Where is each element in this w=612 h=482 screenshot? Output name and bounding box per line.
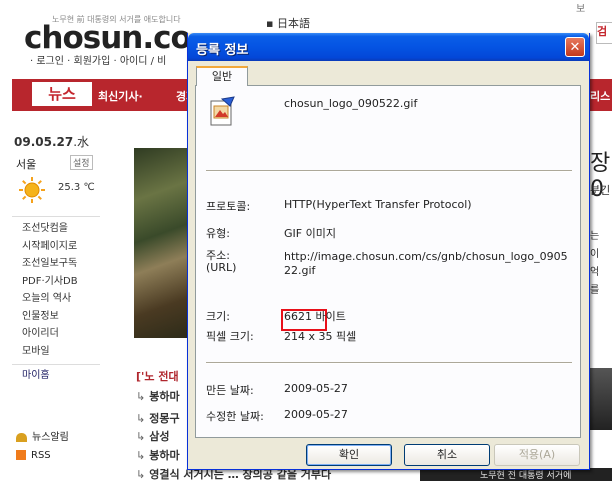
account-links[interactable]: · 로그인 · 회원가입 · 아이디 / 비 — [30, 52, 166, 67]
rss-icon — [16, 450, 26, 460]
modified-value: 2009-05-27 — [284, 408, 348, 421]
site-logo[interactable]: 노무현 前 대통령의 서거를 애도합니다 chosun.co — [24, 15, 204, 56]
news-list-item[interactable]: 정몽구 — [136, 410, 179, 426]
temperature: 25.3 ℃ — [58, 182, 95, 193]
side-menu: 조선닷컴을 시작페이지로 조선일보구독 PDF·기사DB 오늘의 역사 인물정보… — [12, 216, 100, 385]
general-panel: chosun_logo_090522.gif 프로토콜: HTTP(HyperT… — [195, 85, 581, 438]
news-list-item[interactable]: 삼성 — [136, 428, 169, 444]
properties-dialog: 등록 정보 ✕ 일반 chosun_logo_090522.gif 프로토콜: … — [187, 33, 590, 470]
right-line: 는 — [590, 231, 600, 242]
image-file-icon — [210, 96, 235, 126]
logo-wordmark: chosun.co — [24, 20, 192, 56]
address-label: 주소: (URL) — [206, 249, 237, 274]
dialog-titlebar[interactable]: 등록 정보 ✕ — [188, 33, 589, 61]
created-label: 만든 날짜: — [206, 384, 254, 397]
nav-news[interactable]: 뉴스 — [32, 82, 92, 106]
dialog-title: 등록 정보 — [196, 43, 249, 58]
protocol-label: 프로토콜: — [206, 200, 251, 213]
nav-latest[interactable]: 최신기사· — [98, 88, 143, 104]
top-right-link[interactable]: 보 — [576, 0, 585, 15]
type-label: 유형: — [206, 227, 230, 240]
right-text: 는 이 억 를 — [590, 228, 599, 300]
ok-button[interactable]: 확인 — [306, 444, 392, 466]
apply-button[interactable]: 적용(A) — [494, 444, 580, 466]
separator — [206, 362, 572, 364]
side-item[interactable]: PDF·기사DB — [12, 273, 100, 291]
news-headline[interactable]: ['노 전대 — [136, 368, 179, 384]
nav-right[interactable]: 리스 — [590, 88, 610, 104]
search-button[interactable]: 검 — [596, 22, 612, 44]
side-item-my-home[interactable]: 마이홈 — [12, 364, 100, 385]
side-item[interactable]: 조선일보구독 — [12, 255, 100, 273]
cancel-button[interactable]: 취소 — [404, 444, 490, 466]
separator — [206, 170, 572, 172]
sun-icon — [19, 177, 45, 203]
side-item[interactable]: 오늘의 역사 — [12, 290, 100, 308]
right-line: 억 — [590, 267, 600, 278]
close-icon: ✕ — [569, 40, 581, 55]
day-of-week: .水 — [73, 135, 90, 149]
weather-city: 서울 — [16, 158, 37, 171]
created-value: 2009-05-27 — [284, 382, 348, 395]
rss-link[interactable]: RSS — [16, 450, 51, 461]
right-line: 이 — [590, 249, 600, 260]
side-item[interactable]: 아이리더 — [12, 325, 100, 343]
type-value: GIF 이미지 — [284, 227, 336, 240]
pixel-size-value: 214 x 35 픽셀 — [284, 330, 357, 343]
news-photo[interactable] — [134, 148, 194, 338]
side-item[interactable]: 모바일 — [12, 343, 100, 361]
size-value: 6621 바이트 — [284, 310, 346, 323]
date-display: 09.05.27.水 — [14, 133, 89, 150]
language-link[interactable]: ▪ 日本語 — [266, 15, 310, 31]
side-item[interactable]: 인물정보 — [12, 308, 100, 326]
news-list-item[interactable]: 봉하마 — [136, 388, 179, 404]
news-alert-link[interactable]: 뉴스알림 — [16, 428, 69, 443]
pixel-size-label: 픽셀 크기: — [206, 330, 254, 343]
tab-general[interactable]: 일반 — [196, 66, 248, 86]
size-label: 크기: — [206, 310, 230, 323]
modified-label: 수정한 날짜: — [206, 410, 264, 423]
side-item[interactable]: 시작페이지로 — [12, 238, 100, 256]
date-text: 09.05.27 — [14, 135, 74, 149]
address-value[interactable]: http://image.chosun.com/cs/gnb/chosun_lo… — [284, 250, 574, 278]
bell-icon — [16, 432, 27, 442]
news-alert-label: 뉴스알림 — [32, 432, 69, 443]
right-subhead: 분긴 — [590, 184, 611, 197]
side-item[interactable]: 조선닷컴을 — [12, 220, 100, 238]
file-name: chosun_logo_090522.gif — [284, 97, 418, 110]
protocol-value: HTTP(HyperText Transfer Protocol) — [284, 198, 472, 211]
news-list-item[interactable]: 봉하마 — [136, 447, 179, 463]
weather-settings-button[interactable]: 설정 — [70, 155, 93, 170]
right-line: 를 — [590, 285, 600, 296]
rss-label: RSS — [31, 450, 51, 461]
close-button[interactable]: ✕ — [565, 37, 585, 57]
